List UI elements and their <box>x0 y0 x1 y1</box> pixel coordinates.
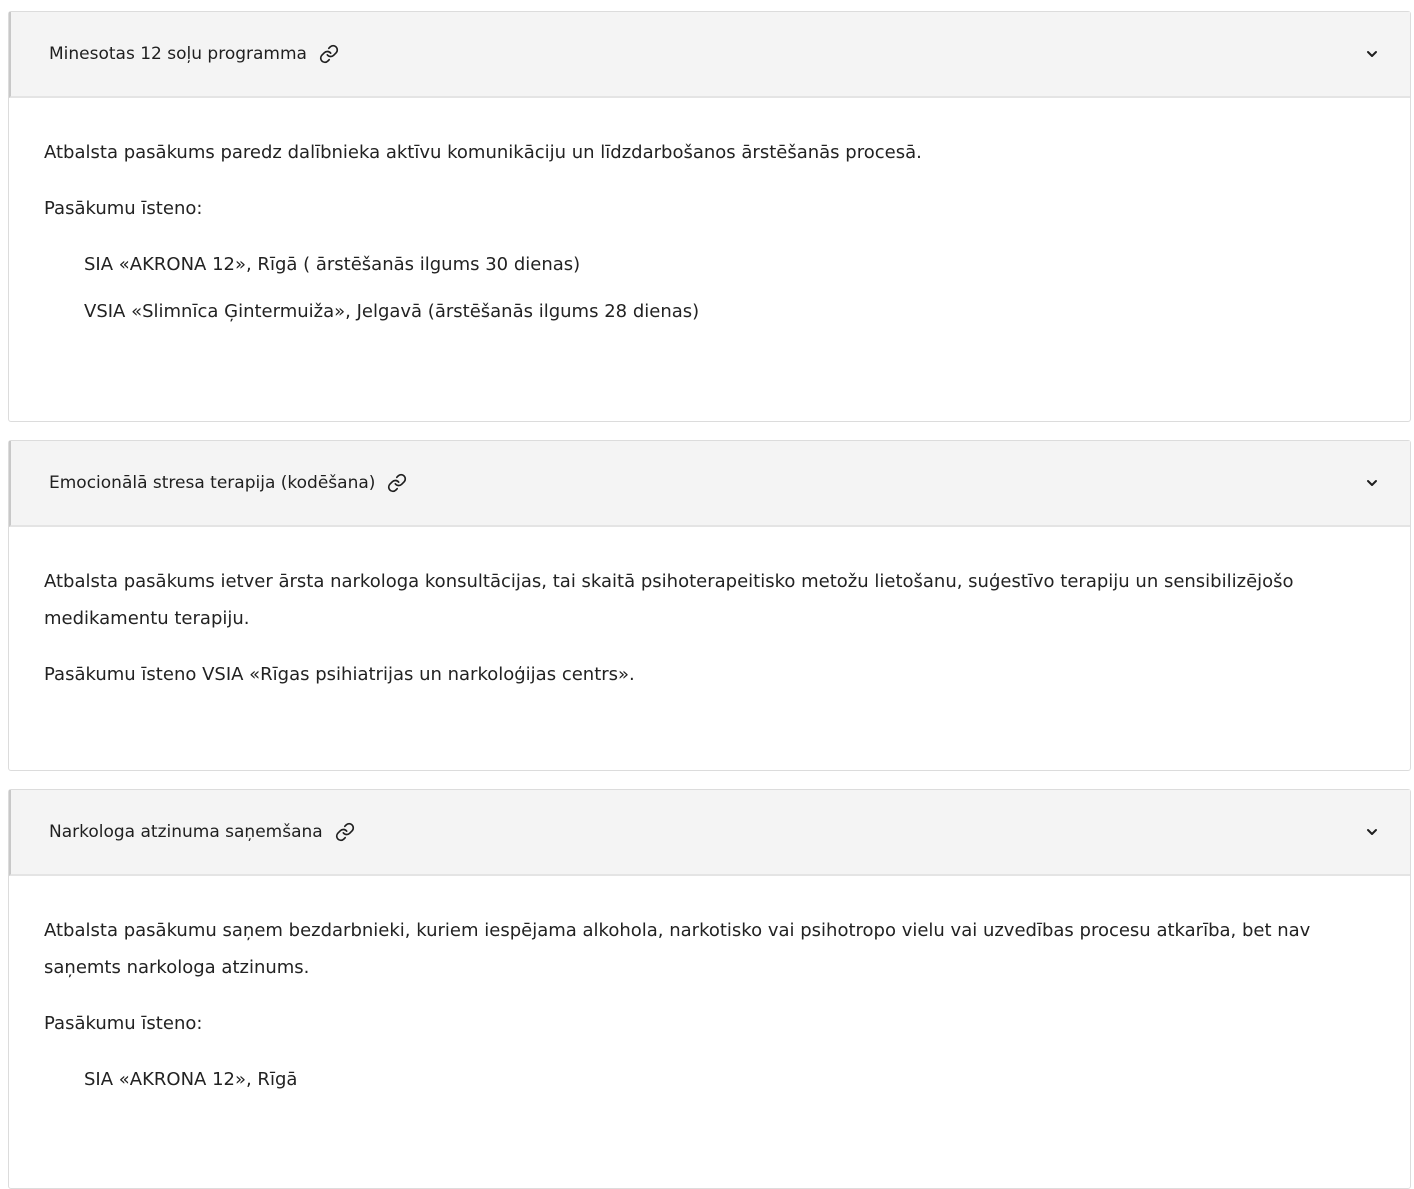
accordion-minesotas-program: Minesotas 12 soļu programma Atbalsta pas… <box>8 11 1411 422</box>
accordion-title: Minesotas 12 soļu programma <box>49 44 307 64</box>
body-paragraph: Pasākumu īsteno VSIA «Rīgas psihiatrijas… <box>44 664 635 685</box>
list-item: SIA «AKRONA 12», Rīgā <box>84 1069 298 1090</box>
provider-list: SIA «AKRONA 12», Rīgā <box>44 1061 1375 1098</box>
accordion-body: Atbalsta pasākumu saņem bezdarbnieki, ku… <box>9 876 1410 1098</box>
accordion-body: Atbalsta pasākums paredz dalībnieka aktī… <box>9 98 1410 330</box>
provider-list: SIA «AKRONA 12», Rīgā ( ārstēšanās ilgum… <box>44 246 1375 330</box>
body-paragraph: Atbalsta pasākums paredz dalībnieka aktī… <box>44 142 922 163</box>
link-icon[interactable] <box>335 821 357 843</box>
chevron-down-icon[interactable] <box>1364 475 1380 491</box>
list-item: SIA «AKRONA 12», Rīgā ( ārstēšanās ilgum… <box>84 254 581 275</box>
accordion-title: Narkologa atzinuma saņemšana <box>49 822 323 842</box>
body-paragraph: Pasākumu īsteno: <box>44 1013 203 1034</box>
list-item: VSIA «Slimnīca Ģintermuiža», Jelgavā (ār… <box>84 301 700 322</box>
accordion-emotional-stress-therapy: Emocionālā stresa terapija (kodēšana) At… <box>8 440 1411 771</box>
accordion-header-emotional-stress[interactable]: Emocionālā stresa terapija (kodēšana) <box>9 441 1410 527</box>
chevron-down-icon[interactable] <box>1364 46 1380 62</box>
accordion-header-minesotas[interactable]: Minesotas 12 soļu programma <box>9 12 1410 98</box>
link-icon[interactable] <box>319 43 341 65</box>
accordion-narcologist-opinion: Narkologa atzinuma saņemšana Atbalsta pa… <box>8 789 1411 1189</box>
body-paragraph: Pasākumu īsteno: <box>44 198 203 219</box>
accordion-body: Atbalsta pasākums ietver ārsta narkologa… <box>9 527 1410 693</box>
accordion-title: Emocionālā stresa terapija (kodēšana) <box>49 473 376 493</box>
chevron-down-icon[interactable] <box>1364 824 1380 840</box>
body-paragraph: Atbalsta pasākumu saņem bezdarbnieki, ku… <box>44 920 1311 978</box>
link-icon[interactable] <box>387 472 409 494</box>
body-paragraph: Atbalsta pasākums ietver ārsta narkologa… <box>44 571 1294 629</box>
accordion-header-narcologist[interactable]: Narkologa atzinuma saņemšana <box>9 790 1410 876</box>
